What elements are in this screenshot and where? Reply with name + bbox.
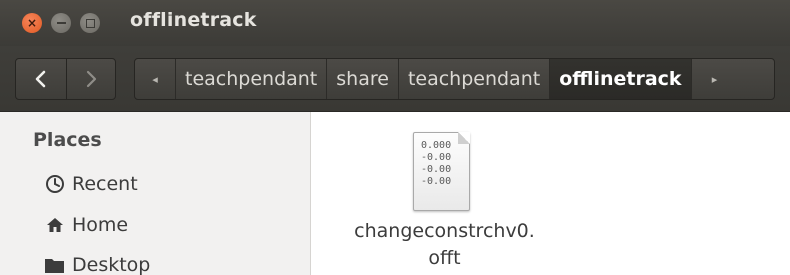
toolbar: ◂ teachpendant share teachpendant offlin… bbox=[0, 46, 790, 112]
path-scroll-left-button[interactable]: ◂ bbox=[135, 59, 175, 99]
chevron-left-icon bbox=[35, 70, 46, 88]
minimize-window-button[interactable] bbox=[51, 13, 71, 33]
sidebar-item-label: Home bbox=[72, 214, 129, 236]
path-scroll-right-icon: ▸ bbox=[711, 72, 718, 86]
text-file-icon: 0.000 -0.00 -0.00 -0.00 bbox=[413, 132, 470, 211]
maximize-window-button[interactable] bbox=[80, 13, 100, 33]
close-icon: × bbox=[26, 16, 38, 30]
sidebar-item-home[interactable]: Home bbox=[44, 210, 128, 240]
close-window-button[interactable]: × bbox=[22, 13, 42, 33]
sidebar-item-recent[interactable]: Recent bbox=[44, 169, 138, 199]
path-scroll-right-button[interactable]: ▸ bbox=[690, 59, 738, 99]
file-name: changeconstrchv0. offt bbox=[354, 220, 535, 269]
title-bar: × offlinetrack bbox=[0, 0, 790, 46]
file-preview-line: -0.00 bbox=[421, 152, 452, 163]
sidebar: Places Recent Home Desktop bbox=[0, 112, 311, 275]
folder-icon bbox=[44, 255, 65, 275]
clock-icon bbox=[44, 174, 65, 195]
sidebar-item-label: Desktop bbox=[72, 254, 151, 275]
forward-button[interactable] bbox=[65, 59, 116, 99]
sidebar-item-desktop[interactable]: Desktop bbox=[44, 250, 150, 275]
sidebar-item-label: Recent bbox=[72, 173, 138, 195]
file-preview-line: -0.00 bbox=[421, 164, 452, 175]
file-preview-line: -0.00 bbox=[421, 176, 452, 187]
breadcrumb-offlinetrack[interactable]: offlinetrack bbox=[549, 59, 691, 99]
back-button[interactable] bbox=[16, 59, 66, 99]
path-bar: ◂ teachpendant share teachpendant offlin… bbox=[134, 58, 775, 100]
file-view: 0.000 -0.00 -0.00 -0.00 changeconstrchv0… bbox=[312, 112, 790, 275]
sidebar-heading-places: Places bbox=[33, 129, 102, 151]
file-item[interactable]: 0.000 -0.00 -0.00 -0.00 changeconstrchv0… bbox=[337, 123, 552, 273]
navigation-buttons bbox=[15, 58, 116, 100]
path-scroll-left-icon: ◂ bbox=[152, 72, 158, 86]
file-preview-line: 0.000 bbox=[421, 140, 452, 151]
breadcrumb-share[interactable]: share bbox=[326, 59, 398, 99]
breadcrumb-teachpendant-2[interactable]: teachpendant bbox=[397, 59, 549, 99]
home-icon bbox=[44, 215, 65, 236]
chevron-right-icon bbox=[86, 70, 96, 88]
window-title: offlinetrack bbox=[130, 9, 257, 31]
breadcrumb-teachpendant[interactable]: teachpendant bbox=[175, 59, 326, 99]
